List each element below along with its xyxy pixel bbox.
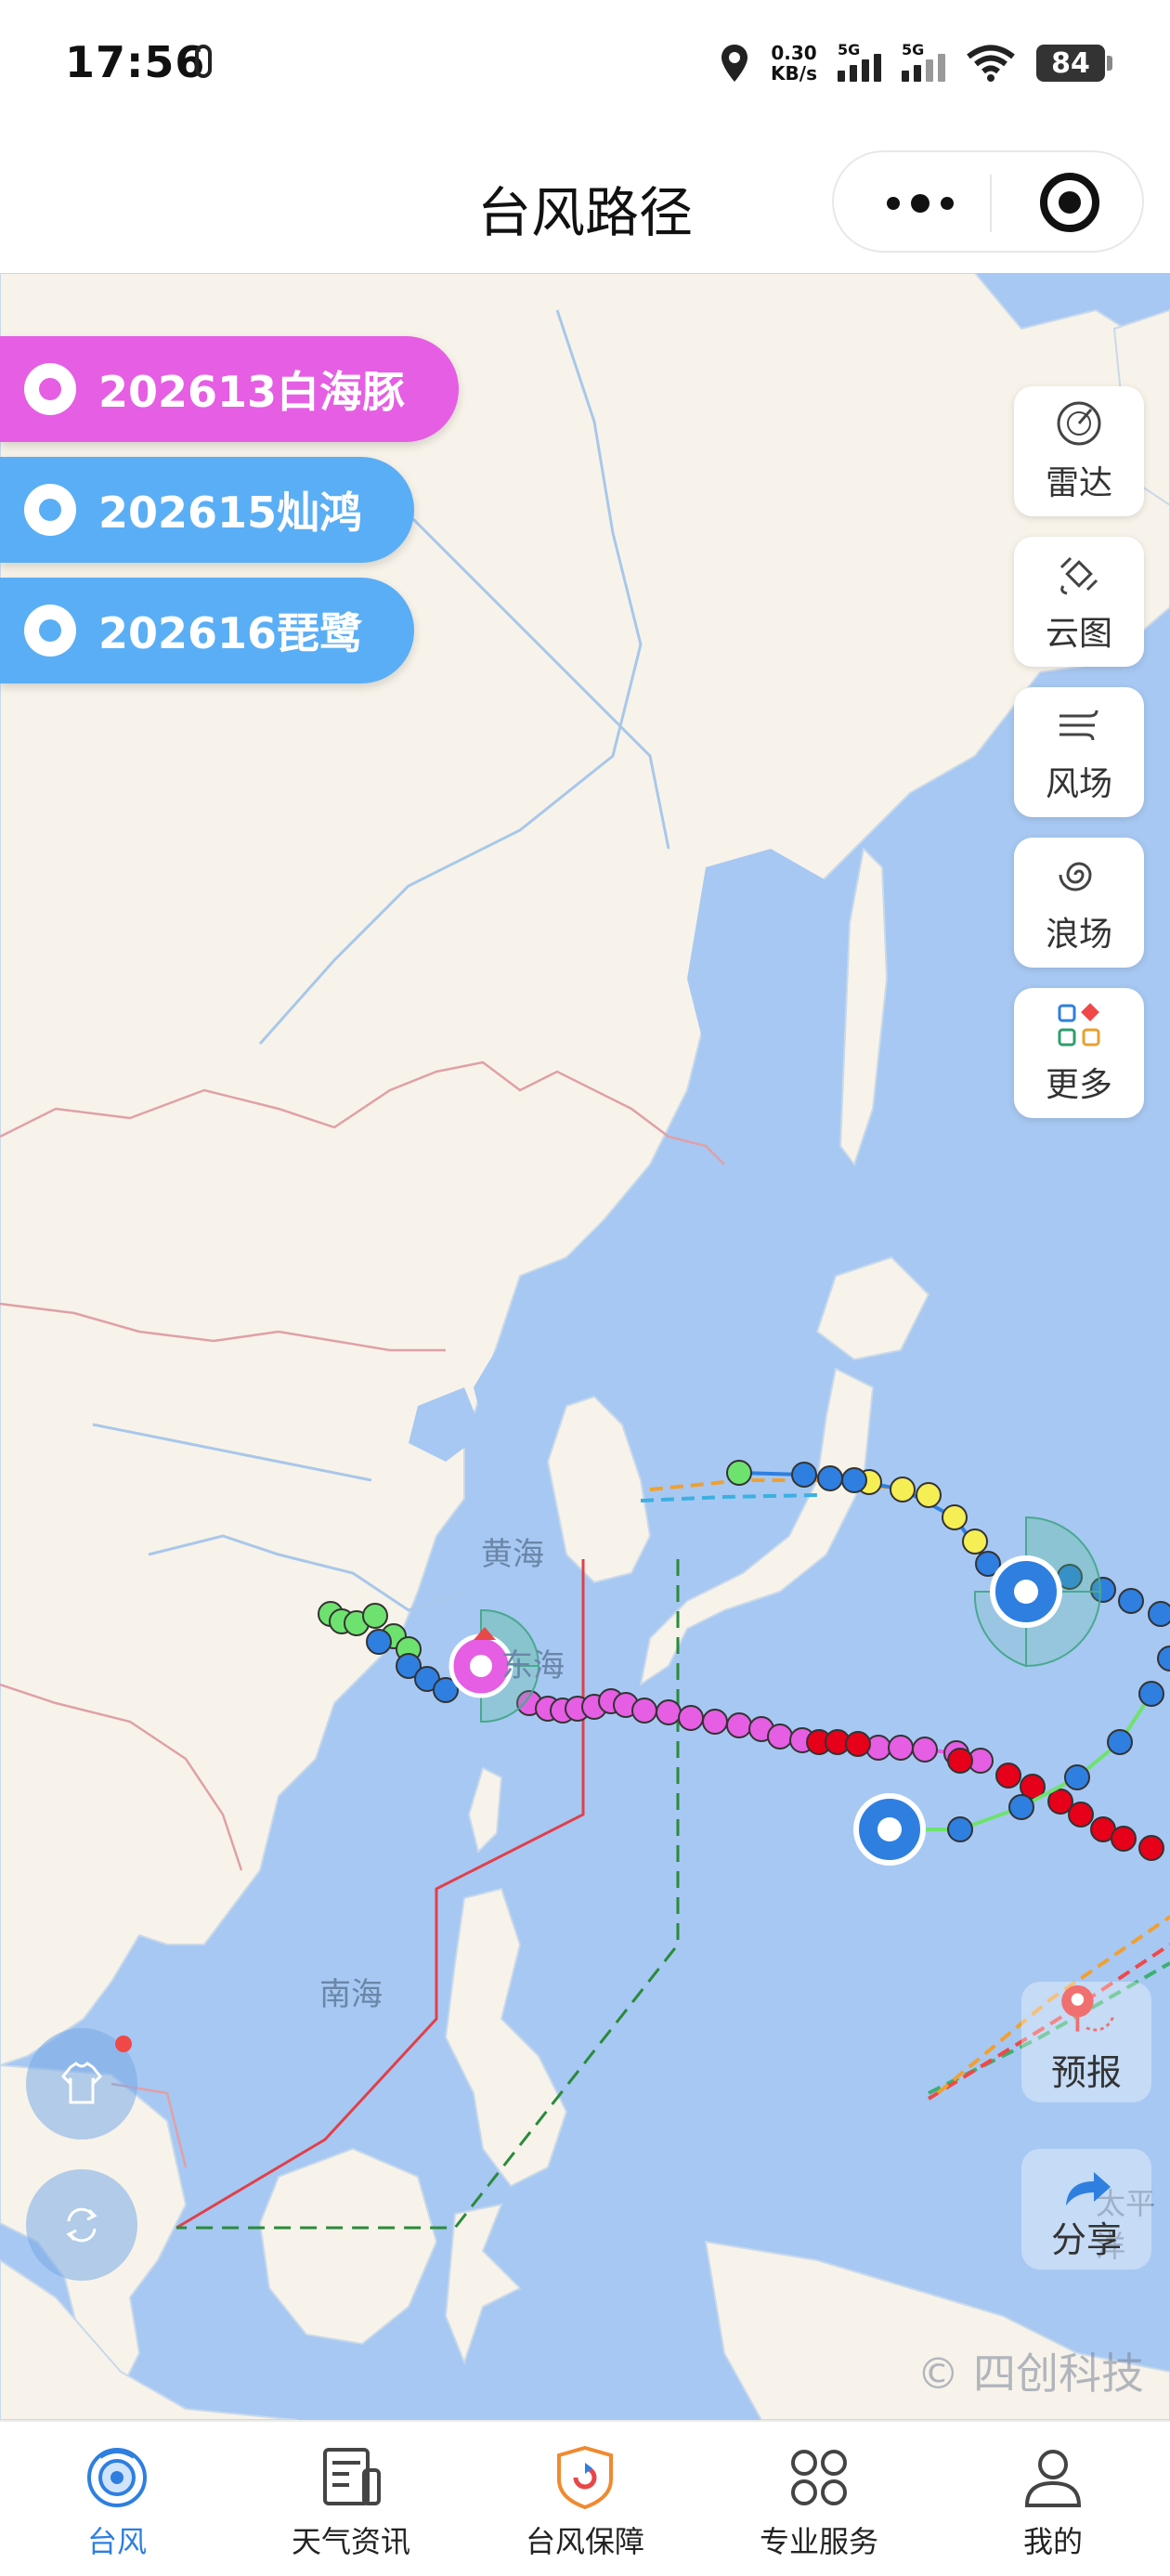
track-point-202615[interactable]	[942, 1504, 968, 1530]
track-point-202613[interactable]	[912, 1737, 938, 1763]
track-point-202613[interactable]	[845, 1731, 871, 1757]
map-watermark: © 四创科技	[916, 2348, 1144, 2399]
shirt-icon	[60, 2062, 103, 2104]
tab-weather-news[interactable]: 天气资讯	[234, 2422, 468, 2576]
layer-toggle-button[interactable]	[26, 2028, 137, 2140]
track-point-202613[interactable]	[656, 1699, 682, 1725]
forecast-button[interactable]: 预报	[1021, 1982, 1151, 2102]
net-speed: 0.30 KB/s	[771, 42, 817, 85]
track-point-202613[interactable]	[1068, 1802, 1094, 1828]
radar-icon	[1057, 401, 1101, 446]
refresh-button[interactable]	[26, 2169, 137, 2281]
more-tools-button[interactable]: 更多	[1014, 988, 1144, 1118]
signal-icon-sim1: 5G	[838, 41, 881, 82]
status-icons: 0.30 KB/s 5G 5G 84	[719, 35, 1112, 91]
map-label-yellow-sea: 黄海	[481, 1536, 544, 1573]
track-point-202615[interactable]	[1118, 1588, 1144, 1614]
typhoon-202616-center[interactable]	[853, 1793, 926, 1866]
track-point-202615[interactable]	[962, 1529, 988, 1555]
title-bar: 台风路径	[0, 130, 1170, 273]
track-point-202613[interactable]	[1138, 1835, 1164, 1861]
notification-dot	[115, 2036, 132, 2052]
tab-typhoon-guarantee[interactable]: 台风保障	[468, 2422, 702, 2576]
wind-icon	[1060, 709, 1098, 741]
track-point-202615[interactable]	[817, 1465, 843, 1491]
typhoon-label: 202615灿鸿	[98, 488, 363, 538]
typhoon-202615-center[interactable]	[973, 1516, 1102, 1668]
track-point-202613[interactable]	[888, 1735, 914, 1761]
track-point-202613[interactable]	[726, 1712, 752, 1738]
track-point-202615[interactable]	[916, 1482, 942, 1508]
close-miniprogram-button[interactable]	[1040, 173, 1099, 232]
miniprogram-capsule	[832, 150, 1144, 253]
typhoon-map[interactable]: 黄海 东海 南海 太平洋 202613白海豚 202615灿鸿 202616琵鹭…	[0, 273, 1170, 2420]
tab-professional-services[interactable]: 专业服务	[702, 2422, 936, 2576]
track-point-202616[interactable]	[1157, 1646, 1170, 1672]
track-point-202613[interactable]	[995, 1763, 1021, 1789]
notification-icon	[195, 45, 212, 78]
forecast-line	[640, 1493, 818, 1503]
typhoon-icon	[87, 2448, 147, 2507]
track-point-202616[interactable]	[1008, 1794, 1034, 1820]
battery-icon: 84	[1036, 45, 1112, 82]
more-dot-icon	[941, 197, 954, 210]
news-icon	[323, 2448, 381, 2505]
typhoon-label: 202616琵鹭	[98, 608, 363, 658]
map-label-south-sea: 南海	[319, 1976, 383, 2013]
track-point-inland[interactable]	[362, 1603, 388, 1629]
satellite-icon	[1060, 556, 1098, 595]
user-icon	[1024, 2450, 1082, 2507]
typhoon-item-202616[interactable]: 202616琵鹭	[0, 578, 414, 683]
signal-icon-sim2: 5G	[902, 41, 945, 82]
track-point-202613[interactable]	[702, 1709, 728, 1735]
track-point-202613[interactable]	[631, 1698, 657, 1724]
wind-field-button[interactable]: 风场	[1014, 687, 1144, 817]
more-dot-icon	[911, 194, 930, 213]
track-point-202615[interactable]	[791, 1462, 817, 1488]
location-icon	[722, 45, 748, 82]
track-point-202613[interactable]	[767, 1724, 793, 1750]
bottom-tab-bar: 台风 天气资讯 台风保障 专业服务 我的	[0, 2420, 1170, 2576]
track-point-202615[interactable]	[726, 1460, 752, 1486]
spiral-icon	[1059, 862, 1092, 891]
track-point-202613[interactable]	[678, 1705, 704, 1731]
track-point-202616[interactable]	[947, 1816, 973, 1842]
track-point-202615[interactable]	[890, 1477, 916, 1503]
shield-icon	[557, 2445, 613, 2510]
track-point-202613[interactable]	[947, 1748, 973, 1774]
capsule-divider	[990, 175, 992, 232]
track-point-202616[interactable]	[1064, 1764, 1090, 1790]
track-point-202613[interactable]	[1111, 1826, 1137, 1852]
radar-button[interactable]: 雷达	[1014, 386, 1144, 516]
tab-mine[interactable]: 我的	[936, 2422, 1170, 2576]
more-options-button[interactable]	[878, 180, 962, 227]
typhoon-item-202613[interactable]: 202613白海豚	[0, 336, 459, 442]
share-arrow-icon	[1066, 2172, 1111, 2205]
typhoon-icon	[24, 605, 76, 657]
track-point-202616[interactable]	[1107, 1729, 1133, 1755]
tab-typhoon[interactable]: 台风	[0, 2422, 234, 2576]
typhoon-icon	[24, 484, 76, 536]
track-point-202615[interactable]	[1148, 1601, 1170, 1627]
map-label-east-sea: 东海	[501, 1647, 565, 1685]
cloud-image-button[interactable]: 云图	[1014, 537, 1144, 667]
typhoon-icon	[24, 363, 76, 415]
track-point-inland[interactable]	[366, 1629, 392, 1655]
clover-icon	[791, 2450, 847, 2505]
more-dot-icon	[887, 197, 900, 210]
wave-field-button[interactable]: 浪场	[1014, 838, 1144, 968]
typhoon-item-202615[interactable]: 202615灿鸿	[0, 457, 414, 563]
status-time: 17:56	[65, 37, 206, 87]
share-button[interactable]: 分享	[1021, 2149, 1151, 2270]
refresh-icon	[66, 2207, 98, 2243]
typhoon-label: 202613白海豚	[98, 367, 406, 417]
grid-apps-icon	[1058, 1003, 1100, 1047]
wifi-icon	[967, 45, 1015, 82]
forecast-pin-icon	[1061, 1984, 1114, 2032]
track-point-202615[interactable]	[841, 1467, 867, 1493]
status-bar: 17:56 0.30 KB/s 5G 5G 84	[0, 0, 1170, 130]
track-point-202616[interactable]	[1138, 1681, 1164, 1707]
